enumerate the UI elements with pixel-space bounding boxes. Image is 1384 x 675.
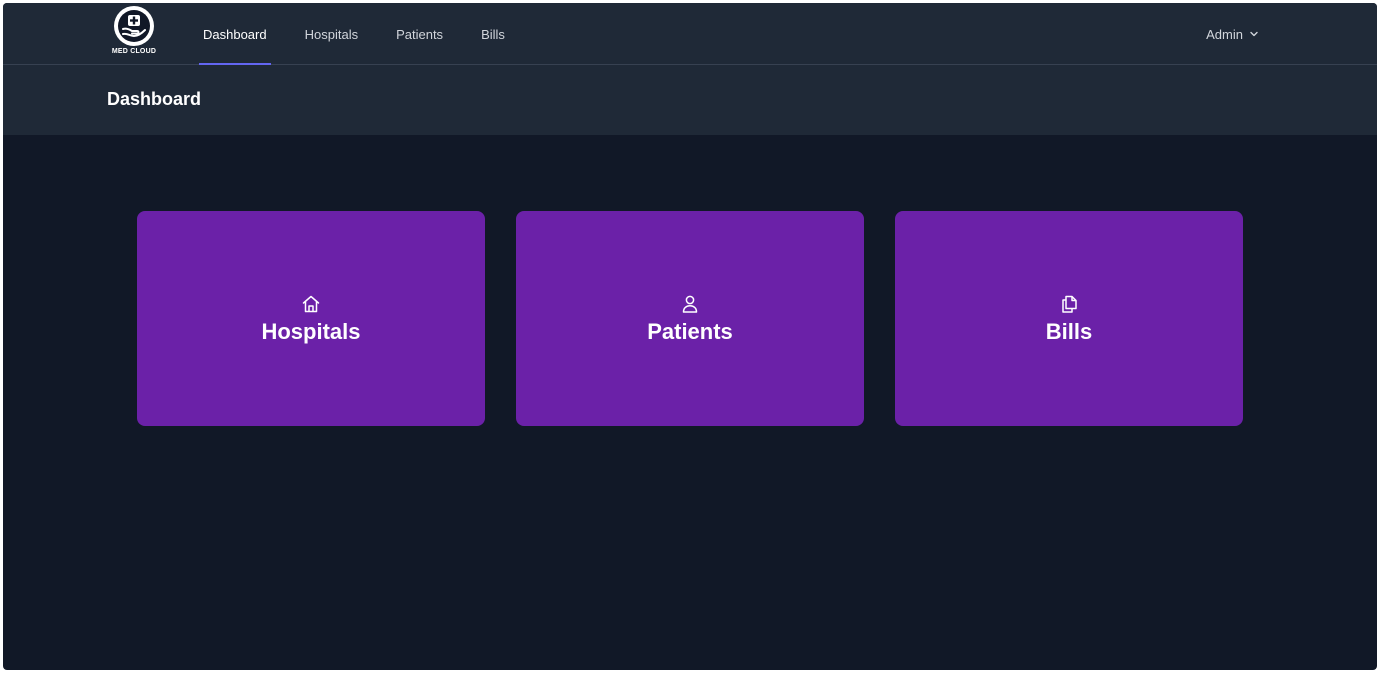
card-label: Bills	[1045, 318, 1093, 344]
chevron-down-icon	[1249, 27, 1259, 42]
brand-name: MED CLOUD	[111, 48, 157, 55]
hospitals-card[interactable]: Hospitals	[137, 211, 485, 426]
bills-card[interactable]: Bills	[895, 211, 1243, 426]
card-label: Hospitals	[261, 318, 361, 344]
app-window: MED CLOUD Dashboard Hospitals Patients B…	[3, 3, 1377, 670]
user-icon	[679, 293, 701, 315]
brand-logo[interactable]: MED CLOUD	[111, 6, 157, 62]
home-icon	[300, 293, 322, 315]
nav-item-dashboard[interactable]: Dashboard	[199, 3, 271, 65]
nav-item-patients[interactable]: Patients	[392, 3, 447, 65]
card-label: Patients	[647, 318, 733, 344]
user-menu-label: Admin	[1206, 26, 1243, 42]
nav-item-hospitals[interactable]: Hospitals	[301, 3, 362, 65]
medical-hand-icon	[114, 6, 154, 46]
top-navbar: MED CLOUD Dashboard Hospitals Patients B…	[3, 3, 1377, 65]
nav-links: Dashboard Hospitals Patients Bills	[199, 3, 539, 65]
nav-item-bills[interactable]: Bills	[477, 3, 509, 65]
dashboard-cards: Hospitals Patients Bills	[137, 211, 1243, 426]
page-title: Dashboard	[107, 89, 202, 109]
page-header: Dashboard	[3, 65, 1377, 135]
patients-card[interactable]: Patients	[516, 211, 864, 426]
documents-icon	[1058, 293, 1080, 315]
user-menu[interactable]: Admin	[1206, 3, 1259, 65]
